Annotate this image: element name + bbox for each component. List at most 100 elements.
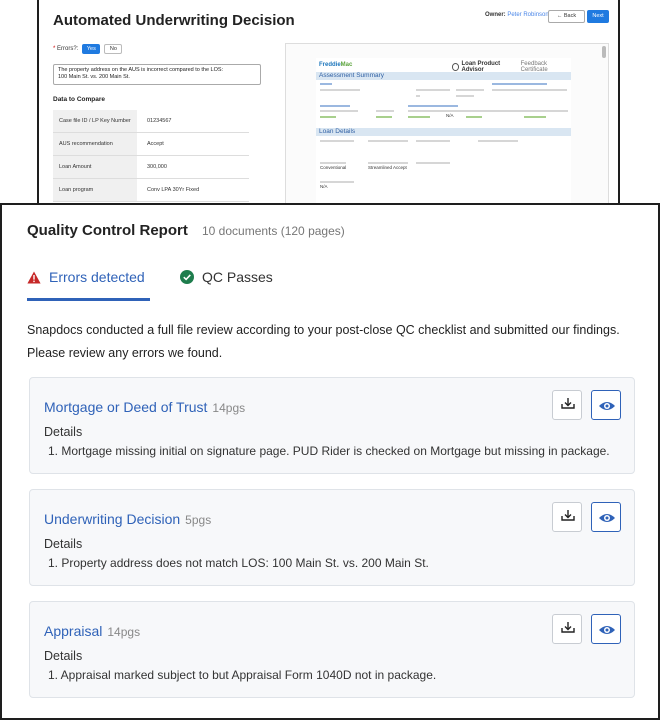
fine-print <box>320 181 354 183</box>
freddie-mac-logo: FreddieMac <box>319 62 353 68</box>
table-row: Loan program Conv LPA 30Yr Fixed <box>53 179 249 202</box>
page-count: 5pgs <box>185 513 212 527</box>
back-button[interactable]: ← Back <box>548 10 585 23</box>
view-button[interactable] <box>591 390 621 420</box>
fine-print <box>320 110 358 112</box>
fine-print <box>320 162 346 164</box>
errors-no-button[interactable]: No <box>104 44 123 54</box>
row-key: Loan program <box>53 179 137 201</box>
data-compare-table: Case file ID / LP Key Number 01234567 AU… <box>53 110 249 202</box>
document-name[interactable]: Underwriting Decision <box>44 511 180 527</box>
fine-print <box>478 140 518 142</box>
fine-print <box>408 116 430 118</box>
certificate-scrollbar[interactable] <box>602 46 606 58</box>
fine-print <box>456 89 484 91</box>
error-detail: 1. Mortgage missing initial on signature… <box>48 444 610 458</box>
tab-qc-passes[interactable]: QC Passes <box>180 269 273 285</box>
fine-print <box>524 116 546 118</box>
fine-print <box>416 162 450 164</box>
page-title: Quality Control Report <box>27 222 188 239</box>
row-value: 300,000 <box>147 164 167 170</box>
fine-print <box>376 116 392 118</box>
fine-print <box>320 105 350 107</box>
loan-details-bar: Loan Details <box>316 128 571 136</box>
document-title[interactable]: Appraisal 14pgs <box>44 623 140 639</box>
na-value-2: N/A <box>320 184 328 189</box>
row-key: Case file ID / LP Key Number <box>53 110 137 132</box>
document-name[interactable]: Appraisal <box>44 623 102 639</box>
details-label: Details <box>44 537 83 551</box>
check-circle-icon <box>180 270 194 284</box>
download-button[interactable] <box>552 502 582 532</box>
doc-level-value: Streamlined Accept <box>368 165 407 170</box>
row-value: Accept <box>147 141 164 147</box>
fine-print <box>416 95 420 97</box>
document-card: Underwriting Decision 5pgs Details 1. Pro… <box>29 489 635 586</box>
download-icon <box>561 398 575 409</box>
owner-name[interactable]: Peter Robinson <box>507 12 548 18</box>
lpa-seal-icon <box>452 63 460 71</box>
errors-label: * Errors?: <box>53 46 79 52</box>
download-icon <box>561 510 575 521</box>
view-button[interactable] <box>591 614 621 644</box>
owner-label: Owner: <box>485 12 506 18</box>
page-count: 14pgs <box>212 401 246 415</box>
download-button[interactable] <box>552 390 582 420</box>
document-count: 10 documents (120 pages) <box>202 224 345 238</box>
fine-print <box>416 89 450 91</box>
page-count: 14pgs <box>107 625 141 639</box>
certificate-page: FreddieMac Loan Product Advisor Feedback… <box>316 58 571 204</box>
tab-errors-label: Errors detected <box>49 269 145 285</box>
row-key: Loan Amount <box>53 156 137 178</box>
next-button[interactable]: Next <box>587 10 609 23</box>
fine-print <box>320 140 354 142</box>
row-key: AUS recommendation <box>53 133 137 155</box>
document-title[interactable]: Mortgage or Deed of Trust 14pgs <box>44 399 245 415</box>
eye-icon <box>599 402 615 410</box>
active-tab-indicator <box>27 298 150 301</box>
row-value: Conv LPA 30Yr Fixed <box>147 187 200 193</box>
view-button[interactable] <box>591 502 621 532</box>
table-row: AUS recommendation Accept <box>53 133 249 156</box>
details-label: Details <box>44 649 83 663</box>
intro-text: Snapdocs conducted a full file review ac… <box>27 323 620 360</box>
document-card: Mortgage or Deed of Trust 14pgs Details 1… <box>29 377 635 474</box>
details-label: Details <box>44 425 83 439</box>
tab-passes-label: QC Passes <box>202 269 273 285</box>
fine-print <box>320 89 360 91</box>
note-line-1: The property address on the AUS is incor… <box>58 67 224 73</box>
error-detail: 1. Appraisal marked subject to but Appra… <box>48 668 437 682</box>
document-title[interactable]: Underwriting Decision 5pgs <box>44 511 211 527</box>
fine-print <box>320 116 336 118</box>
data-compare-heading: Data to Compare <box>53 96 106 103</box>
document-card: Appraisal 14pgs Details 1. Appraisal mark… <box>29 601 635 698</box>
fine-print <box>492 83 547 85</box>
errors-yes-button[interactable]: Yes <box>82 44 101 54</box>
feedback-certificate-preview[interactable]: FreddieMac Loan Product Advisor Feedback… <box>285 43 609 204</box>
fine-print <box>368 162 408 164</box>
document-name[interactable]: Mortgage or Deed of Trust <box>44 399 207 415</box>
row-value: 01234567 <box>147 118 172 124</box>
owner-info: Owner: Peter Robinson <box>485 12 549 18</box>
fine-print <box>466 116 482 118</box>
errors-toggle-row: * Errors?: Yes No <box>53 44 123 54</box>
assessment-summary-bar: Assessment Summary <box>316 72 571 80</box>
qc-report-window: Quality Control Report 10 documents (120… <box>0 203 660 720</box>
error-note-textarea[interactable]: The property address on the AUS is incor… <box>53 64 261 85</box>
table-row: Loan Amount 300,000 <box>53 156 249 179</box>
fine-print <box>456 95 474 97</box>
fine-print <box>416 140 450 142</box>
warning-icon <box>27 271 41 283</box>
tab-errors-detected[interactable]: Errors detected <box>27 269 145 285</box>
download-button[interactable] <box>552 614 582 644</box>
underwriting-title: Automated Underwriting Decision <box>53 12 295 29</box>
eye-icon <box>599 626 615 634</box>
underwriting-window: Automated Underwriting Decision Owner: P… <box>37 0 620 206</box>
download-icon <box>561 622 575 633</box>
table-row: Case file ID / LP Key Number 01234567 <box>53 110 249 133</box>
fine-print <box>408 110 568 112</box>
note-line-2: 100 Main St. vs. 200 Main St. <box>58 74 130 80</box>
fine-print <box>408 105 458 107</box>
fine-print <box>320 83 332 85</box>
error-detail: 1. Property address does not match LOS: … <box>48 556 429 570</box>
